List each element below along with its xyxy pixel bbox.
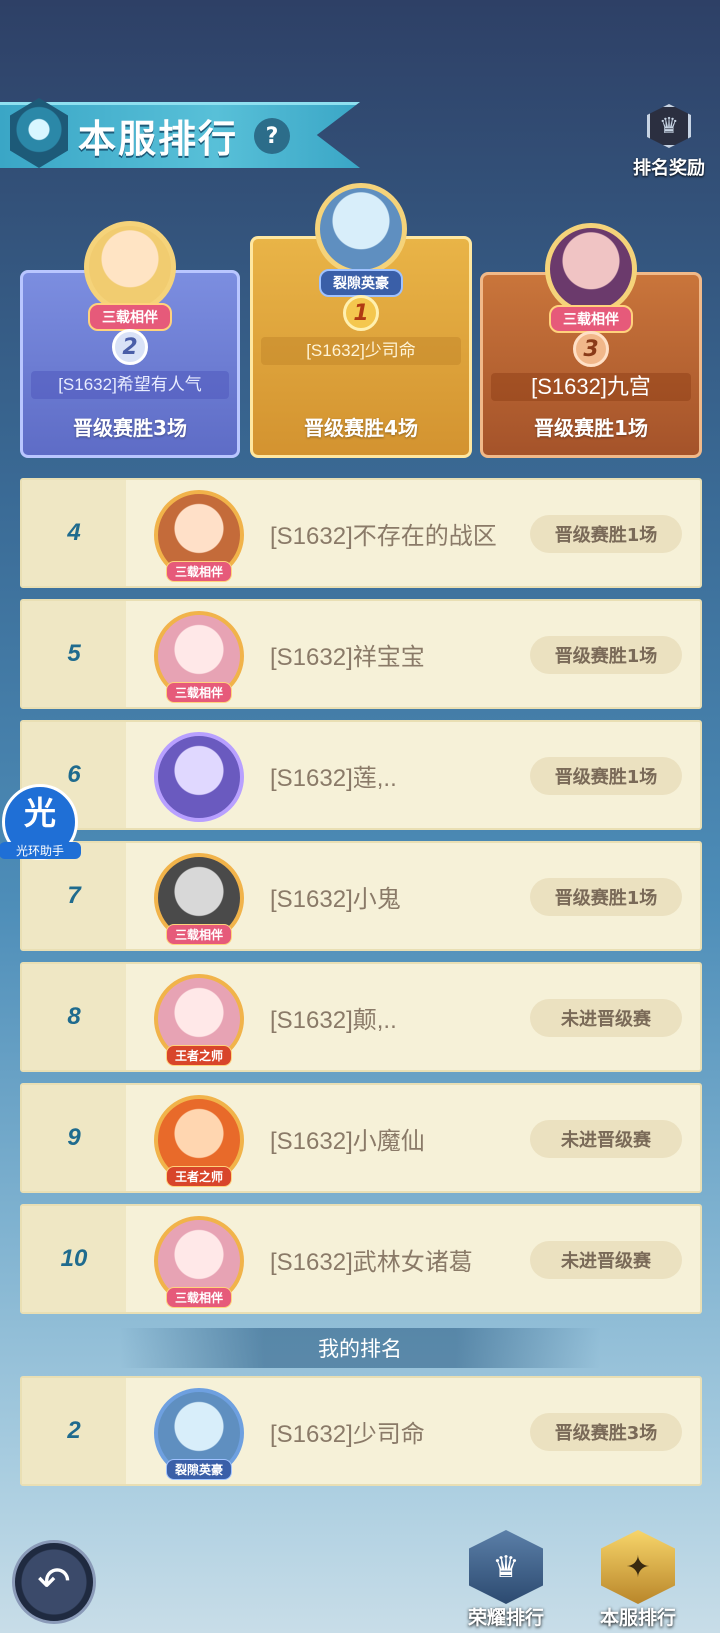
page-title: 本服排行 [78,117,239,161]
rank-number: 5 [67,640,81,667]
player-name: [S1632]不存在的战区 [270,522,497,550]
avatar: 王者之师 [154,974,244,1066]
ranking-row[interactable]: 7 三载相伴 [S1632]小鬼 晋级赛胜1场 [20,841,702,951]
ranking-row[interactable]: 10 三载相伴 [S1632]武林女诸葛 未进晋级赛 [20,1204,702,1314]
rank-cell: 8 [22,964,126,1070]
podium-rank-2[interactable]: 三载相伴 2 [S1632]希望有人气 晋级赛胜3场 [20,221,240,458]
rank-number: 6 [67,761,81,788]
rank-number: 10 [60,1245,88,1272]
avatar: 三载相伴 [154,1216,244,1308]
rank-cell: 2 [22,1378,126,1484]
ranking-row[interactable]: 9 王者之师 [S1632]小魔仙 未进晋级赛 [20,1083,702,1193]
avatar-frame-badge: 三载相伴 [165,1287,233,1308]
avatar: 三载相伴 [154,490,244,582]
status-badge: 未进晋级赛 [530,1241,682,1279]
player-name: [S1632]少司命 [261,337,461,365]
player-result: 晋级赛胜3场 [73,416,187,440]
avatar-frame-badge: 三载相伴 [165,682,233,703]
avatar: 三载相伴 [154,611,244,703]
status-badge: 晋级赛胜1场 [530,636,682,674]
rank-cell: 5 [22,601,126,707]
avatar-frame-badge: 王者之师 [165,1045,233,1066]
avatar [84,221,176,313]
player-name: [S1632]武林女诸葛 [270,1248,473,1276]
rank-medal: 3 [573,331,609,367]
back-button[interactable]: ↶ [12,1540,96,1624]
status-badge: 晋级赛胜1场 [530,757,682,795]
status-badge: 未进晋级赛 [530,999,682,1037]
status-badge: 晋级赛胜1场 [530,878,682,916]
rank-reward-label: 排名奖励 [633,158,705,179]
rank-cell: 4 [22,480,126,586]
rank-number: 8 [67,1003,81,1030]
crown-icon: ♛ [469,1530,543,1604]
player-name: [S1632]小鬼 [270,885,401,913]
player-name: [S1632]莲,.. [270,764,397,792]
avatar-frame-badge: 三载相伴 [88,303,172,331]
rank-number: 4 [67,519,81,546]
avatar-frame-badge: 三载相伴 [165,924,233,945]
avatar: 裂隙英豪 [154,1388,244,1480]
player-result: 晋级赛胜1场 [534,416,648,440]
player-result: 晋级赛胜4场 [304,416,418,440]
ranking-row[interactable]: 4 三载相伴 [S1632]不存在的战区 晋级赛胜1场 [20,478,702,588]
rank-cell: 9 [22,1085,126,1191]
ranking-list: 4 三载相伴 [S1632]不存在的战区 晋级赛胜1场 5 三载相伴 [S163… [20,478,702,1325]
status-badge: 未进晋级赛 [530,1120,682,1158]
status-badge: 晋级赛胜3场 [530,1413,682,1451]
avatar-frame-badge: 三载相伴 [165,561,233,582]
avatar: 三载相伴 [154,853,244,945]
help-button[interactable]: ? [254,118,290,154]
rank-number: 9 [67,1124,81,1151]
back-arrow-icon: ↶ [37,1559,71,1605]
assistant-float-button[interactable]: 光 光环助手 [0,784,81,860]
avatar [154,732,244,822]
tab-honor-ranking[interactable]: ♛ 荣耀排行 [456,1530,556,1630]
assistant-icon: 光 [23,794,56,832]
tab-server-ranking[interactable]: ✦ 本服排行 [588,1530,688,1630]
avatar-frame-badge: 三载相伴 [549,305,633,333]
player-name: [S1632]小魔仙 [270,1127,425,1155]
player-name: [S1632]颠,.. [270,1006,397,1034]
my-rank-section: 2 裂隙英豪 [S1632]少司命 晋级赛胜3场 [20,1376,702,1497]
ranking-row[interactable]: 6 [S1632]莲,.. 晋级赛胜1场 [20,720,702,830]
rank-number: 2 [67,1417,81,1444]
status-badge: 晋级赛胜1场 [530,515,682,553]
my-rank-divider: 我的排名 [120,1328,600,1368]
podium-rank-3[interactable]: 三载相伴 3 [S1632]九宫 晋级赛胜1场 [480,223,702,458]
rank-cell: 10 [22,1206,126,1312]
ranking-row[interactable]: 5 三载相伴 [S1632]祥宝宝 晋级赛胜1场 [20,599,702,709]
assistant-label: 光环助手 [0,842,81,859]
rank-medal: 1 [343,295,379,331]
ranking-row[interactable]: 8 王者之师 [S1632]颠,.. 未进晋级赛 [20,962,702,1072]
rank-number: 7 [67,882,81,909]
crown-icon: ♛ [647,104,691,148]
tab-label: 本服排行 [599,1607,676,1629]
my-rank-row[interactable]: 2 裂隙英豪 [S1632]少司命 晋级赛胜3场 [20,1376,702,1486]
avatar-frame-badge: 裂隙英豪 [165,1459,233,1480]
avatar: 王者之师 [154,1095,244,1187]
tab-label: 荣耀排行 [467,1607,544,1629]
avatar [315,183,407,275]
player-name: [S1632]希望有人气 [31,371,229,399]
star-emblem-icon: ✦ [601,1530,675,1604]
avatar-frame-badge: 裂隙英豪 [319,269,403,297]
player-name: [S1632]祥宝宝 [270,643,425,671]
rank-medal: 2 [112,329,148,365]
rank-reward-button[interactable]: ♛ 排名奖励 [624,104,714,184]
player-name: [S1632]九宫 [491,373,691,401]
player-name: [S1632]少司命 [270,1420,425,1448]
avatar-frame-badge: 王者之师 [165,1166,233,1187]
avatar [545,223,637,315]
podium-rank-1[interactable]: 裂隙英豪 1 [S1632]少司命 晋级赛胜4场 [250,183,472,458]
